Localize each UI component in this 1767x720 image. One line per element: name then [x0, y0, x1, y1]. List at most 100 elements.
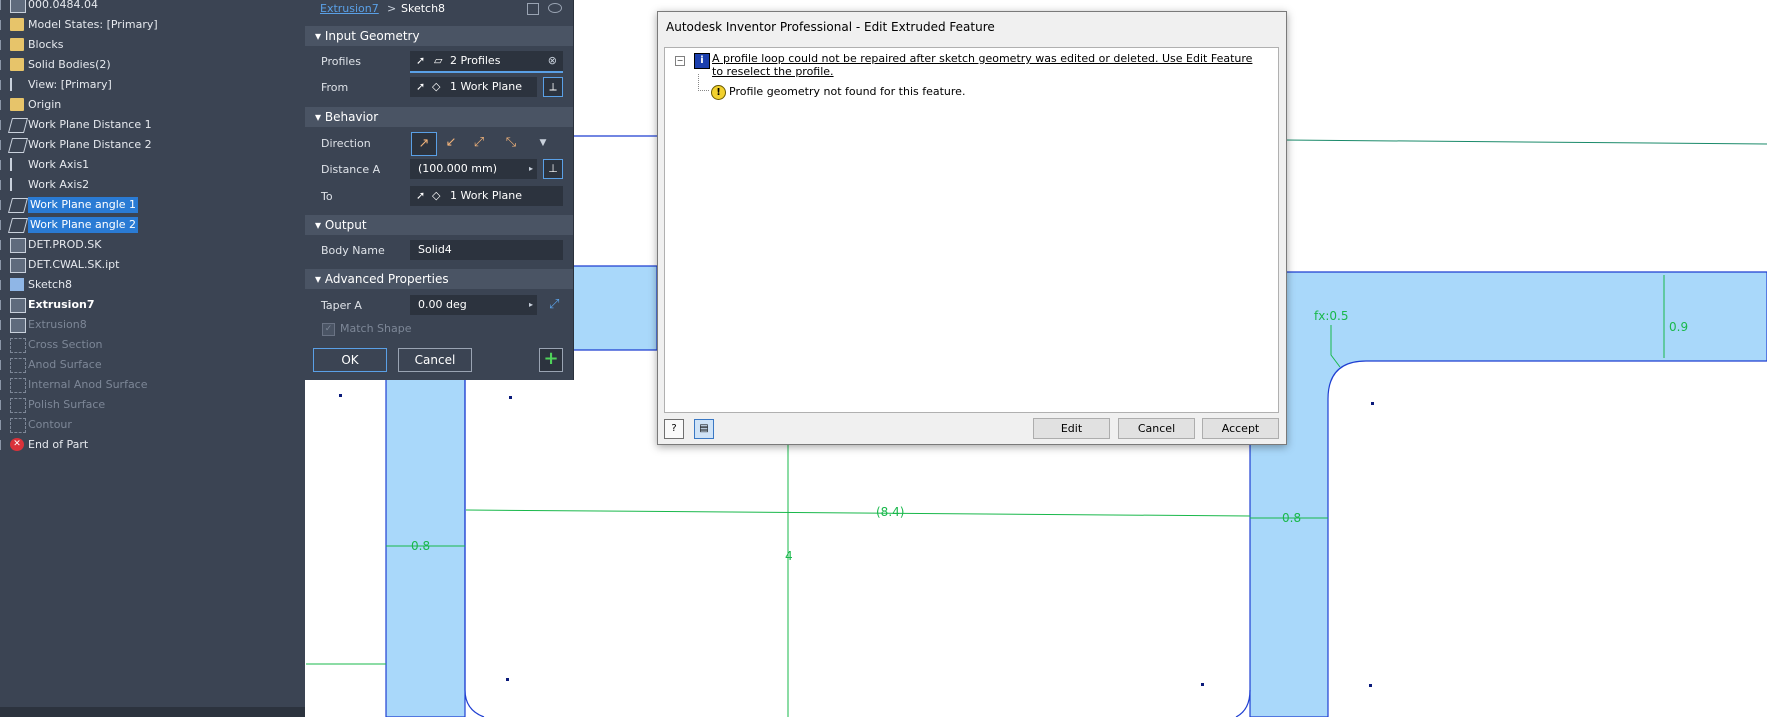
help-icon[interactable]: ? — [664, 419, 684, 439]
section-behavior[interactable]: ▾ Behavior — [305, 107, 573, 127]
accept-button[interactable]: Accept — [1202, 418, 1279, 439]
breadcrumb-extrusion7-link[interactable]: Extrusion7 — [320, 2, 379, 15]
direction-default-button[interactable]: ↗ — [411, 132, 437, 156]
apply-plus-button[interactable]: + — [539, 348, 563, 372]
taper-a-value: 0.00 deg — [418, 298, 467, 311]
dimension-left-width[interactable]: 0.8 — [411, 539, 430, 553]
expand-toggle-icon[interactable] — [0, 20, 5, 30]
part-icon — [10, 0, 26, 13]
browser-item[interactable]: Work Axis2 — [0, 175, 305, 195]
copy-icon[interactable] — [527, 3, 539, 15]
browser-item[interactable]: Work Plane angle 1 — [0, 195, 305, 215]
dimension-fillet[interactable]: fx:0.5 — [1314, 309, 1348, 323]
distance-menu-arrow-icon[interactable]: ▸ — [529, 159, 533, 179]
browser-item[interactable]: DET.CWAL.SK.ipt — [0, 255, 305, 275]
browser-item[interactable]: View: [Primary] — [0, 75, 305, 95]
expand-toggle-icon[interactable] — [0, 120, 5, 130]
copy-to-clipboard-icon[interactable]: ▤ — [694, 419, 714, 439]
direction-dropdown-icon[interactable]: ▼ — [531, 132, 555, 154]
expand-toggle-icon[interactable] — [0, 400, 5, 410]
suppressed-feature-icon — [10, 398, 26, 413]
extrusion-icon — [10, 318, 26, 333]
browser-item[interactable]: Work Plane Distance 1 — [0, 115, 305, 135]
dimension-height[interactable]: 0.9 — [1669, 320, 1688, 334]
browser-item[interactable]: Extrusion7 — [0, 295, 305, 315]
expand-toggle-icon[interactable] — [0, 440, 5, 450]
browser-item[interactable]: Anod Surface — [0, 355, 305, 375]
taper-flip-icon[interactable]: ⤢ — [549, 297, 559, 312]
browser-item[interactable]: Polish Surface — [0, 395, 305, 415]
dimension-span[interactable]: (8.4) — [876, 505, 904, 519]
expand-toggle-icon[interactable] — [0, 60, 5, 70]
dialog-cancel-button[interactable]: Cancel — [1118, 418, 1195, 439]
expand-toggle-icon[interactable] — [0, 260, 5, 270]
expand-toggle-icon[interactable] — [0, 180, 5, 190]
from-selector[interactable]: ➚ ◇ 1 Work Plane — [410, 77, 537, 97]
browser-item[interactable]: Origin — [0, 95, 305, 115]
expand-toggle-icon[interactable] — [0, 140, 5, 150]
to-selector[interactable]: ➚ ◇ 1 Work Plane — [410, 186, 563, 206]
ok-button[interactable]: OK — [313, 348, 387, 372]
taper-menu-arrow-icon[interactable]: ▸ — [529, 295, 533, 315]
collapse-node-icon[interactable]: − — [675, 56, 685, 66]
distance-extents-button[interactable]: ⊥ — [543, 159, 563, 179]
body-name-field[interactable]: Solid4 — [410, 240, 563, 260]
browser-item[interactable]: DET.PROD.SK — [0, 235, 305, 255]
browser-item[interactable]: Work Axis1 — [0, 155, 305, 175]
expand-toggle-icon[interactable] — [0, 300, 5, 310]
taper-a-field[interactable]: 0.00 deg ▸ — [410, 295, 537, 315]
match-shape-checkbox[interactable]: ✓ — [322, 323, 335, 336]
expand-toggle-icon[interactable] — [0, 220, 5, 230]
section-output[interactable]: ▾ Output — [305, 215, 573, 235]
expand-toggle-icon[interactable] — [0, 360, 5, 370]
expand-toggle-icon[interactable] — [0, 40, 5, 50]
browser-item[interactable]: Extrusion8 — [0, 315, 305, 335]
section-advanced-properties[interactable]: ▾ Advanced Properties — [305, 269, 573, 289]
expand-toggle-icon[interactable] — [0, 100, 5, 110]
profiles-selector[interactable]: ➚ ▱ 2 Profiles ⊗ — [410, 51, 563, 73]
dimension-right-width[interactable]: 0.8 — [1282, 511, 1301, 525]
browser-item[interactable]: Cross Section — [0, 335, 305, 355]
expand-toggle-icon[interactable] — [0, 280, 5, 290]
blocks-icon — [10, 38, 24, 51]
edit-button[interactable]: Edit — [1033, 418, 1110, 439]
dimension-vertical[interactable]: 4 — [785, 549, 793, 563]
browser-item[interactable]: Work Plane Distance 2 — [0, 135, 305, 155]
direction-flipped-button[interactable]: ↙ — [439, 132, 463, 154]
profile-region-right[interactable] — [1249, 271, 1767, 718]
expand-toggle-icon[interactable] — [0, 340, 5, 350]
from-toggle-button[interactable]: ⟂ — [543, 77, 563, 97]
work-plane-icon: ◇ — [432, 189, 441, 202]
browser-item[interactable]: Solid Bodies(2) — [0, 55, 305, 75]
browser-item[interactable]: Sketch8 — [0, 275, 305, 295]
direction-asymmetric-button[interactable]: ⤡ — [499, 132, 523, 154]
expand-toggle-icon[interactable] — [0, 200, 5, 210]
expand-toggle-icon[interactable] — [0, 320, 5, 330]
expand-toggle-icon[interactable] — [0, 380, 5, 390]
browser-item[interactable]: 000.0484.04 — [0, 0, 305, 15]
browser-item[interactable]: Blocks — [0, 35, 305, 55]
expand-toggle-icon[interactable] — [0, 160, 5, 170]
browser-item[interactable]: Work Plane angle 2 — [0, 215, 305, 235]
browser-item[interactable]: Model States: [Primary] — [0, 15, 305, 35]
browser-item[interactable]: ✕ End of Part — [0, 435, 305, 455]
expand-toggle-icon[interactable] — [0, 0, 5, 10]
browser-item-label: Work Axis1 — [28, 158, 90, 171]
browser-item[interactable]: Internal Anod Surface — [0, 375, 305, 395]
visibility-eye-icon[interactable] — [548, 3, 562, 13]
clear-selection-icon[interactable]: ⊗ — [548, 51, 557, 71]
distance-a-label: Distance A — [321, 163, 381, 176]
expand-toggle-icon[interactable] — [0, 240, 5, 250]
direction-symmetric-button[interactable]: ⤢ — [467, 132, 491, 154]
section-input-geometry[interactable]: ▾ Input Geometry — [305, 26, 573, 46]
expand-toggle-icon[interactable] — [0, 80, 5, 90]
message-main[interactable]: A profile loop could not be repaired aft… — [712, 52, 1262, 78]
distance-a-field[interactable]: (100.000 mm) ▸ — [410, 159, 537, 179]
section-advanced-title: ▾ Advanced Properties — [315, 272, 449, 286]
work-plane-icon — [7, 218, 29, 233]
browser-item[interactable]: Contour — [0, 415, 305, 435]
expand-toggle-icon[interactable] — [0, 420, 5, 430]
profiles-value: 2 Profiles — [450, 54, 501, 67]
browser-item-label: DET.CWAL.SK.ipt — [28, 258, 120, 271]
cancel-button[interactable]: Cancel — [398, 348, 472, 372]
